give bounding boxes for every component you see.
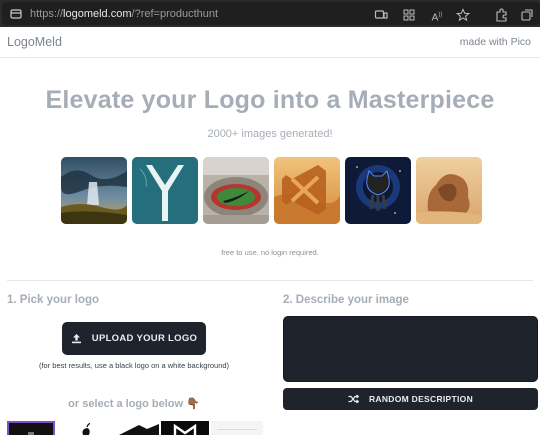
browser-toolbar: https://logomeld.com/?ref=producthunt A)… bbox=[0, 0, 540, 27]
logo-option-light[interactable] bbox=[211, 421, 263, 435]
logo-option-m[interactable] bbox=[161, 421, 209, 435]
logo-mark-icon bbox=[28, 432, 34, 435]
upload-hint: (for best results, use a black logo on a… bbox=[38, 361, 230, 370]
random-description-button[interactable]: RANDOM DESCRIPTION bbox=[283, 388, 538, 410]
example-gallery bbox=[61, 157, 483, 225]
desert-vscode-image bbox=[274, 157, 340, 224]
extensions-icon[interactable] bbox=[494, 8, 508, 22]
made-with-link[interactable]: made with Pico bbox=[460, 36, 531, 48]
select-logo-prompt: or select a logo below 👇🏾 bbox=[68, 398, 200, 410]
read-aloud-icon[interactable]: A)) bbox=[430, 8, 444, 23]
upload-logo-label: UPLOAD YOUR LOGO bbox=[91, 333, 198, 344]
collections-icon[interactable] bbox=[520, 8, 534, 22]
app-grid-icon[interactable] bbox=[402, 8, 416, 22]
logo-options bbox=[7, 421, 267, 435]
m-logo-icon bbox=[173, 423, 197, 435]
page-info-icon[interactable] bbox=[10, 8, 22, 20]
light-logo-icon bbox=[217, 429, 257, 430]
brand-link[interactable]: LogoMeld bbox=[7, 35, 62, 49]
immersive-reader-icon[interactable] bbox=[374, 8, 388, 22]
site-header: LogoMeld made with Pico bbox=[0, 27, 540, 58]
description-input[interactable] bbox=[283, 316, 538, 382]
section-divider bbox=[7, 280, 533, 281]
favorite-star-icon[interactable] bbox=[456, 8, 470, 22]
space-github-cat-image bbox=[345, 157, 411, 224]
bird-logo-icon bbox=[119, 424, 159, 435]
stormy-landscape-image bbox=[61, 157, 127, 224]
stadium-nike-image bbox=[203, 157, 269, 224]
url-text[interactable]: https://logomeld.com/?ref=producthunt bbox=[30, 8, 218, 20]
images-generated-count: 2000+ images generated! bbox=[207, 128, 333, 140]
random-description-label: RANDOM DESCRIPTION bbox=[368, 394, 474, 404]
logo-option-bird[interactable] bbox=[111, 421, 159, 435]
upload-logo-button[interactable]: UPLOAD YOUR LOGO bbox=[62, 322, 206, 355]
upload-icon bbox=[71, 334, 81, 344]
logo-option-apple[interactable] bbox=[61, 421, 109, 435]
aerial-boat-y-image bbox=[132, 157, 198, 224]
step1-title: 1. Pick your logo bbox=[7, 294, 100, 306]
shuffle-icon bbox=[348, 394, 359, 404]
logo-option-selected[interactable] bbox=[7, 421, 55, 435]
step2-title: 2. Describe your image bbox=[283, 294, 409, 306]
apple-logo-icon bbox=[82, 422, 91, 435]
free-note: free to use. no login required. bbox=[221, 248, 319, 257]
page-title: Elevate your Logo into a Masterpiece bbox=[45, 86, 495, 114]
address-bar[interactable]: https://logomeld.com/?ref=producthunt A)… bbox=[2, 2, 540, 25]
sand-sculpture-image bbox=[416, 157, 482, 224]
